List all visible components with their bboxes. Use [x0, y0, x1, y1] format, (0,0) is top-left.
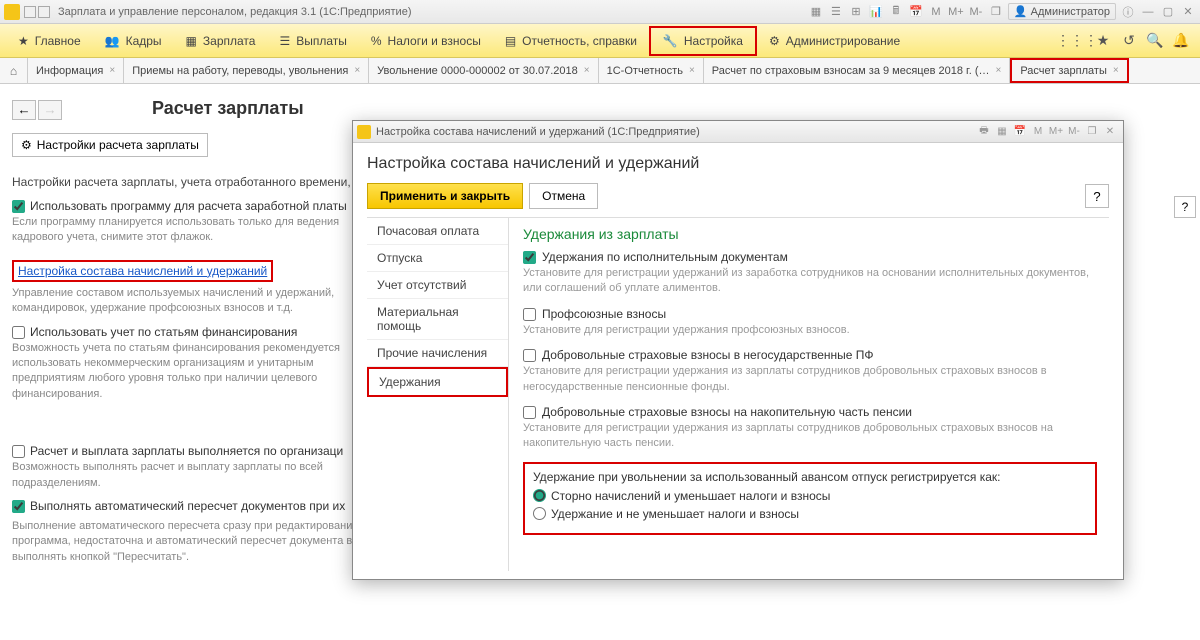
close-icon[interactable]: × [689, 65, 695, 76]
cancel-button[interactable]: Отмена [529, 183, 598, 209]
mem-mminus-icon[interactable]: M- [968, 4, 984, 20]
menu-zarplata[interactable]: ▦Зарплата [174, 24, 268, 58]
close-icon[interactable]: × [584, 65, 590, 76]
apply-close-button[interactable]: Применить и закрыть [367, 183, 523, 209]
radio-uderzh[interactable]: Удержание и не уменьшает налоги и взносы [533, 507, 1087, 521]
gear-icon: ⚙ [21, 138, 32, 152]
note: Управление составом используемых начисле… [12, 286, 352, 317]
home-tab[interactable]: ⌂ [0, 58, 28, 83]
menu-nastroika[interactable]: 🔧Настройка [649, 26, 757, 56]
close-icon[interactable]: ✕ [1180, 4, 1196, 20]
nav-back-button[interactable]: ← [12, 100, 36, 120]
tab-raschet-strah[interactable]: Расчет по страховым взносам за 9 месяцев… [704, 58, 1011, 83]
note: Установите для регистрации удержания про… [523, 323, 1097, 338]
user-badge[interactable]: 👤Администратор [1008, 3, 1116, 20]
calendar-icon[interactable]: 📅 [908, 4, 924, 20]
chk-union[interactable]: Профсоюзные взносы [523, 307, 1097, 321]
tab-1cotchet[interactable]: 1С-Отчетность× [599, 58, 704, 83]
toolbar-icon[interactable]: ⊞ [848, 4, 864, 20]
intro-text: Настройки расчета зарплаты, учета отрабо… [12, 173, 352, 191]
close-icon[interactable]: ✕ [1102, 124, 1118, 140]
grid-icon[interactable]: ▦ [994, 124, 1010, 140]
chk-exec-docs[interactable]: Удержания по исполнительным документам [523, 250, 1097, 264]
menu-vyplaty[interactable]: ☰Выплаты [267, 24, 358, 58]
note: Если программу планируется использовать … [12, 215, 352, 246]
radio-storno[interactable]: Сторно начислений и уменьшает налоги и в… [533, 489, 1087, 503]
note: Установите для регистрации удержания из … [523, 421, 1097, 452]
window-icon[interactable]: ❐ [988, 4, 1004, 20]
menu-kadry[interactable]: 👥Кадры [93, 24, 174, 58]
note: Установите для регистрации удержания из … [523, 364, 1097, 395]
app-logo-icon [4, 4, 20, 20]
chk-vol-pf[interactable]: Добровольные страховые взносы в негосуда… [523, 348, 1097, 362]
page-title: Расчет зарплаты [152, 98, 304, 119]
radio-group-title: Удержание при увольнении за использованн… [533, 470, 1087, 484]
section-heading: Удержания из зарплаты [523, 226, 1097, 242]
chk-vol-pension[interactable]: Добровольные страховые взносы на накопит… [523, 405, 1097, 419]
dialog-nastroika: Настройка состава начислений и удержаний… [352, 120, 1124, 580]
toolbar-icon[interactable]: ☰ [828, 4, 844, 20]
menu-admin[interactable]: ⚙Администрирование [757, 24, 912, 58]
mem-m-icon[interactable]: M [1030, 124, 1046, 140]
1c-logo-icon [357, 125, 371, 139]
titlebar-button[interactable] [38, 6, 50, 18]
sidebar-item-other[interactable]: Прочие начисления [367, 340, 508, 367]
mem-mminus-icon[interactable]: M- [1066, 124, 1082, 140]
note: Возможность выполнять расчет и выплату з… [12, 460, 352, 491]
sidebar-item-uderzhaniya[interactable]: Удержания [367, 367, 508, 397]
mem-mplus-icon[interactable]: M+ [948, 4, 964, 20]
menu-nalogi[interactable]: %Налоги и взносы [359, 24, 493, 58]
print-icon[interactable]: 🖶 [976, 124, 992, 140]
bell-icon[interactable]: 🔔 [1171, 31, 1191, 51]
link-nastroika-sostava[interactable]: Настройка состава начислений и удержаний [12, 260, 273, 282]
app-title: Зарплата и управление персоналом, редакц… [52, 6, 808, 18]
dialog-title: Настройка состава начислений и удержаний… [376, 126, 975, 138]
search-icon[interactable]: 🔍 [1145, 31, 1165, 51]
mem-mplus-icon[interactable]: M+ [1048, 124, 1064, 140]
minimize-icon[interactable]: — [1140, 4, 1156, 20]
toolbar-icon[interactable]: 📊 [868, 4, 884, 20]
close-icon[interactable]: × [354, 65, 360, 76]
sidebar-item-hourly[interactable]: Почасовая оплата [367, 218, 508, 245]
tab-raschet-zarplaty[interactable]: Расчет зарплаты× [1010, 58, 1128, 83]
tab-priemy[interactable]: Приемы на работу, переводы, увольнения× [124, 58, 369, 83]
nav-forward-button: → [38, 100, 62, 120]
close-icon[interactable]: × [1113, 65, 1119, 76]
tab-uvolnenie[interactable]: Увольнение 0000-000002 от 30.07.2018× [369, 58, 598, 83]
sidebar-item-absent[interactable]: Учет отсутствий [367, 272, 508, 299]
history-icon[interactable]: ↺ [1119, 31, 1139, 51]
menu-main[interactable]: ★Главное [6, 24, 93, 58]
apps-icon[interactable]: ⋮⋮⋮ [1067, 31, 1087, 51]
calendar-icon[interactable]: 📅 [1012, 124, 1028, 140]
restore-icon[interactable]: ❐ [1084, 124, 1100, 140]
help-button[interactable]: ? [1174, 196, 1196, 218]
toolbar-icon[interactable]: ▦ [808, 4, 824, 20]
menu-otchet[interactable]: ▤Отчетность, справки [493, 24, 649, 58]
radio-group-dismiss: Удержание при увольнении за использованн… [523, 462, 1097, 535]
dialog-heading: Настройка состава начислений и удержаний [367, 155, 1109, 173]
info-icon[interactable]: ⓘ [1120, 4, 1136, 20]
star-icon[interactable]: ★ [1093, 31, 1113, 51]
settings-button[interactable]: ⚙Настройки расчета зарплаты [12, 133, 208, 157]
sidebar-item-mathelp[interactable]: Материальная помощь [367, 299, 508, 340]
calc-icon[interactable]: 🖩 [888, 4, 904, 20]
help-button[interactable]: ? [1085, 184, 1109, 208]
note: Возможность учета по статьям финансирова… [12, 341, 352, 403]
close-icon[interactable]: × [995, 65, 1001, 76]
close-icon[interactable]: × [109, 65, 115, 76]
maximize-icon[interactable]: ▢ [1160, 4, 1176, 20]
note: Установите для регистрации удержаний из … [523, 266, 1097, 297]
titlebar-button[interactable] [24, 6, 36, 18]
user-name: Администратор [1031, 6, 1110, 18]
mem-m-icon[interactable]: M [928, 4, 944, 20]
sidebar-item-otpuska[interactable]: Отпуска [367, 245, 508, 272]
tab-info[interactable]: Информация× [28, 58, 124, 83]
